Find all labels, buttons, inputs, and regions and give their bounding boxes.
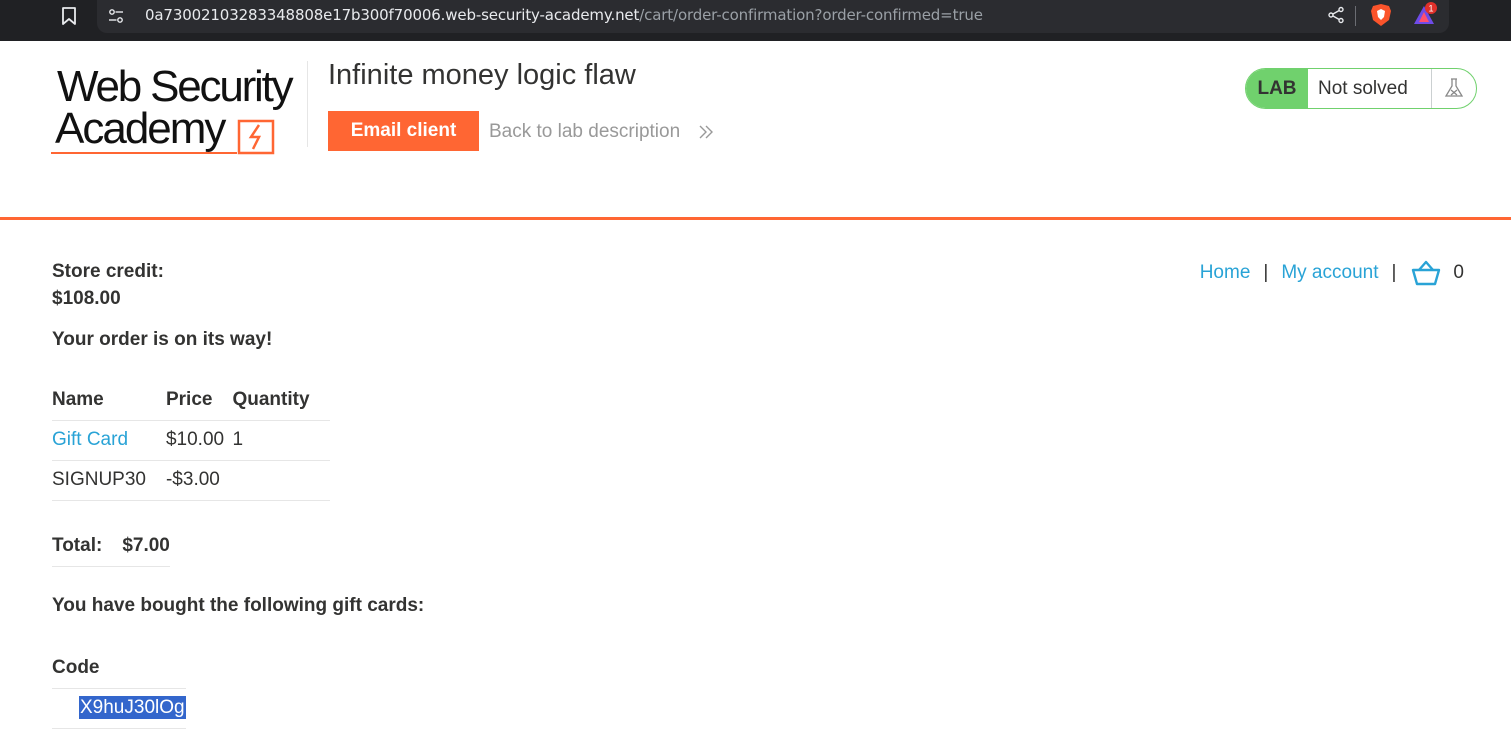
- bookmark-icon[interactable]: [60, 6, 78, 26]
- total-value: $7.00: [122, 526, 170, 567]
- address-bar[interactable]: 0a73002103283348808e17b300f70006.web-sec…: [97, 0, 1449, 33]
- column-header-name: Name: [52, 380, 166, 421]
- logo-text-line1: Web Security: [57, 62, 294, 111]
- gift-card-code[interactable]: X9huJ30lOg: [79, 696, 186, 719]
- header-divider: [307, 61, 308, 147]
- lab-header: Web Security Academy Infinite money logi…: [0, 41, 1511, 220]
- table-row: Total: $7.00: [52, 526, 170, 567]
- top-navigation: Home | My account | 0: [1200, 259, 1464, 287]
- coupon-discount: -$3.00: [165, 460, 233, 501]
- academy-logo[interactable]: Web Security Academy: [51, 65, 303, 157]
- nav-home-link[interactable]: Home: [1200, 262, 1251, 284]
- double-chevron-right-icon: [699, 125, 713, 139]
- tune-icon[interactable]: [108, 8, 124, 24]
- nav-my-account-link[interactable]: My account: [1281, 262, 1378, 284]
- flask-icon: [1444, 78, 1464, 97]
- gift-cards-heading: You have bought the following gift cards…: [52, 595, 425, 616]
- cart-count: 0: [1453, 262, 1464, 283]
- url-host: 0a73002103283348808e17b300f70006.web-sec…: [145, 6, 640, 24]
- table-row: SIGNUP30 -$3.00: [52, 460, 330, 501]
- store-credit-value: $108.00: [52, 288, 121, 309]
- column-header-price: Price: [165, 380, 233, 421]
- url-path: /cart/order-confirmation?order-confirmed…: [639, 6, 983, 24]
- notification-count: 1: [1428, 4, 1433, 14]
- order-confirmation-message: Your order is on its way!: [52, 329, 273, 350]
- column-header-quantity: Quantity: [232, 380, 330, 421]
- logo-text-line2: Academy: [55, 104, 226, 153]
- main-content: Store credit: $108.00 Your order is on i…: [0, 223, 1511, 733]
- table-header-row: Code: [52, 648, 186, 688]
- back-to-lab-description-link[interactable]: Back to lab description: [489, 121, 680, 143]
- table-row: X9huJ30lOg: [52, 687, 186, 729]
- lab-status-text: Not solved: [1318, 78, 1408, 99]
- item-quantity: 1: [232, 420, 330, 461]
- logo-lightning-icon: [237, 119, 275, 155]
- lab-status-widget: LAB Not solved: [1245, 68, 1477, 109]
- brave-shield-icon[interactable]: [1370, 3, 1392, 27]
- share-icon[interactable]: [1327, 6, 1345, 24]
- lab-badge: LAB: [1246, 69, 1308, 108]
- total-label: Total:: [52, 526, 123, 567]
- lab-title: Infinite money logic flaw: [328, 59, 636, 91]
- item-price: $10.00: [165, 420, 233, 461]
- column-header-code: Code: [52, 656, 100, 678]
- lab-status-flask: [1431, 69, 1476, 108]
- product-link-gift-card[interactable]: Gift Card: [52, 429, 128, 450]
- order-items-table: Name Price Quantity Gift Card $10.00 1 S…: [52, 380, 330, 501]
- gift-card-codes-table: Code X9huJ30lOg: [52, 648, 186, 729]
- order-total-table: Total: $7.00: [52, 526, 170, 567]
- item-quantity: [232, 460, 330, 501]
- table-header-row: Name Price Quantity: [52, 380, 330, 421]
- browser-toolbar: 0a73002103283348808e17b300f70006.web-sec…: [0, 0, 1511, 41]
- url-text[interactable]: 0a73002103283348808e17b300f70006.web-sec…: [145, 6, 983, 24]
- coupon-code: SIGNUP30: [52, 460, 166, 501]
- logo-underline: [51, 152, 237, 154]
- brave-rewards-icon[interactable]: 1: [1413, 2, 1439, 28]
- store-credit-label: Store credit:: [52, 261, 164, 282]
- nav-separator: |: [1391, 262, 1397, 283]
- cart-basket-icon[interactable]: [1411, 260, 1441, 286]
- url-divider: [1355, 6, 1356, 26]
- nav-separator: |: [1263, 262, 1269, 283]
- email-client-button[interactable]: Email client: [328, 111, 479, 151]
- table-row: Gift Card $10.00 1: [52, 420, 330, 461]
